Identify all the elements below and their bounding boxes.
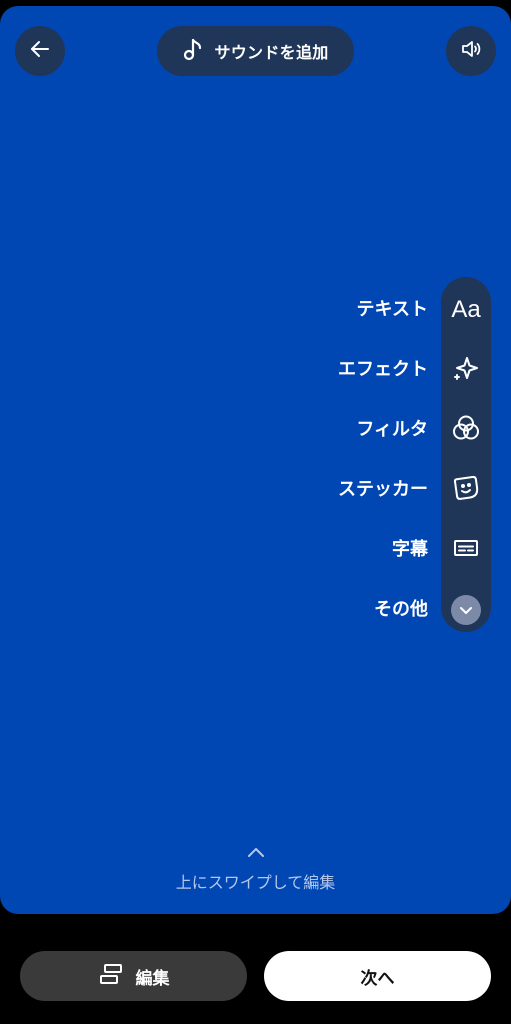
music-note-icon <box>182 37 204 65</box>
edit-button[interactable]: 編集 <box>20 951 247 1001</box>
text-aa-icon: Aa <box>451 296 481 323</box>
filter-tool-button[interactable] <box>441 410 491 450</box>
volume-button[interactable] <box>446 26 496 76</box>
swipe-hint-text: 上にスワイプして編集 <box>175 873 336 892</box>
sticker-tool-button[interactable] <box>441 470 491 510</box>
more-tools-button[interactable] <box>441 590 491 630</box>
text-tool-button[interactable]: Aa <box>441 290 491 330</box>
captions-icon <box>452 536 480 564</box>
effects-tool-button[interactable] <box>441 350 491 390</box>
tool-label-more[interactable]: その他 <box>374 590 428 630</box>
edit-layout-icon <box>98 963 124 989</box>
sparkle-icon <box>452 354 480 386</box>
speaker-icon <box>459 37 483 65</box>
tool-rail <box>441 277 491 632</box>
sticker-icon <box>452 474 480 506</box>
media-preview-canvas[interactable]: サウンドを追加 テキスト Aa エフェクト フィルタ ステッカー 字幕 その他 … <box>0 6 511 914</box>
chevron-up-icon <box>0 844 511 863</box>
add-sound-label: サウンドを追加 <box>214 43 329 62</box>
tool-label-captions[interactable]: 字幕 <box>392 530 428 570</box>
chevron-down-icon <box>451 595 481 625</box>
next-button-label: 次へ <box>360 968 395 989</box>
tool-label-text[interactable]: テキスト <box>357 290 428 330</box>
tool-label-filter[interactable]: フィルタ <box>356 410 428 450</box>
tool-label-effects[interactable]: エフェクト <box>338 350 428 390</box>
arrow-left-icon <box>28 37 52 65</box>
next-button[interactable]: 次へ <box>264 951 491 1001</box>
tool-label-sticker[interactable]: ステッカー <box>338 470 428 510</box>
edit-button-label: 編集 <box>135 968 170 989</box>
captions-tool-button[interactable] <box>441 530 491 570</box>
add-sound-button[interactable]: サウンドを追加 <box>157 26 354 76</box>
bottom-action-bar: 編集 次へ <box>0 914 511 1024</box>
back-button[interactable] <box>15 26 65 76</box>
swipe-up-hint: 上にスワイプして編集 <box>0 844 511 893</box>
filter-circles-icon <box>451 413 481 447</box>
